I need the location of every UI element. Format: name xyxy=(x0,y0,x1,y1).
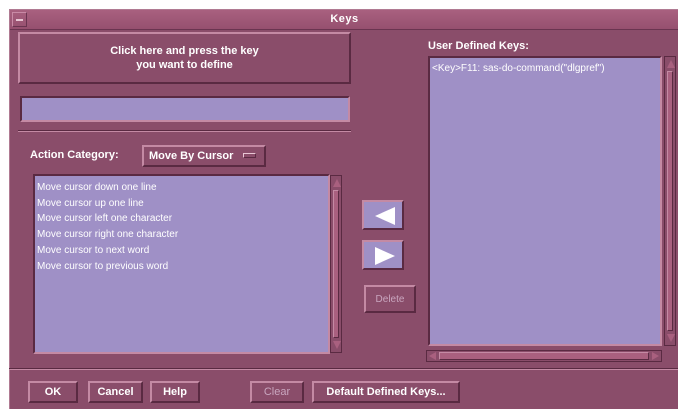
list-item[interactable]: Move cursor right one character xyxy=(35,227,328,243)
list-item[interactable]: Move cursor down one line xyxy=(35,180,328,196)
user-defined-keys-label: User Defined Keys: xyxy=(428,40,529,52)
list-item[interactable]: Move cursor to previous word xyxy=(35,259,328,275)
define-key-button[interactable]: Click here and press the key you want to… xyxy=(18,32,351,84)
list-item[interactable]: Move cursor up one line xyxy=(35,196,328,212)
action-list[interactable]: Move cursor down one line Move cursor up… xyxy=(33,174,330,354)
action-category-value: Move By Cursor xyxy=(149,150,234,162)
delete-button-label: Delete xyxy=(375,293,405,305)
scroll-up-icon[interactable] xyxy=(333,179,341,187)
list-item[interactable]: Move cursor left one character xyxy=(35,211,328,227)
scroll-down-icon[interactable] xyxy=(333,341,341,349)
key-field[interactable] xyxy=(20,96,350,122)
scroll-thumb[interactable] xyxy=(333,190,339,338)
default-defined-keys-button[interactable]: Default Defined Keys... xyxy=(312,381,460,403)
scroll-thumb[interactable] xyxy=(439,352,649,360)
scroll-right-icon[interactable] xyxy=(652,352,659,360)
ok-button[interactable]: OK xyxy=(28,381,78,403)
scroll-thumb[interactable] xyxy=(667,71,673,331)
action-list-scrollbar[interactable] xyxy=(330,175,342,353)
left-separator xyxy=(18,130,351,132)
list-item[interactable]: Move cursor to next word xyxy=(35,243,328,259)
title-bar[interactable]: Keys xyxy=(10,10,678,30)
action-category-label: Action Category: xyxy=(30,149,119,161)
define-key-label: Click here and press the key you want to… xyxy=(110,45,259,71)
arrow-left-icon xyxy=(375,207,395,225)
user-defined-keys-list[interactable]: <Key>F11: sas-do-command("dlgpref") xyxy=(428,56,662,346)
help-button[interactable]: Help xyxy=(150,381,200,403)
scroll-down-icon[interactable] xyxy=(667,334,675,342)
list-item[interactable]: <Key>F11: sas-do-command("dlgpref") xyxy=(430,61,660,77)
window-title: Keys xyxy=(330,13,359,25)
action-category-menu[interactable]: Move By Cursor xyxy=(142,145,266,167)
add-key-button[interactable] xyxy=(362,200,404,230)
remove-key-button[interactable] xyxy=(362,240,404,270)
footer-separator xyxy=(9,368,678,370)
scroll-up-icon[interactable] xyxy=(667,60,675,68)
delete-button[interactable]: Delete xyxy=(364,285,416,313)
user-keys-hscrollbar[interactable] xyxy=(426,350,662,362)
scroll-left-icon[interactable] xyxy=(429,352,436,360)
arrow-right-icon xyxy=(375,247,395,265)
clear-button[interactable]: Clear xyxy=(250,381,304,403)
cancel-button[interactable]: Cancel xyxy=(88,381,143,403)
option-menu-indicator-icon xyxy=(243,153,256,158)
user-keys-vscrollbar[interactable] xyxy=(664,56,676,346)
